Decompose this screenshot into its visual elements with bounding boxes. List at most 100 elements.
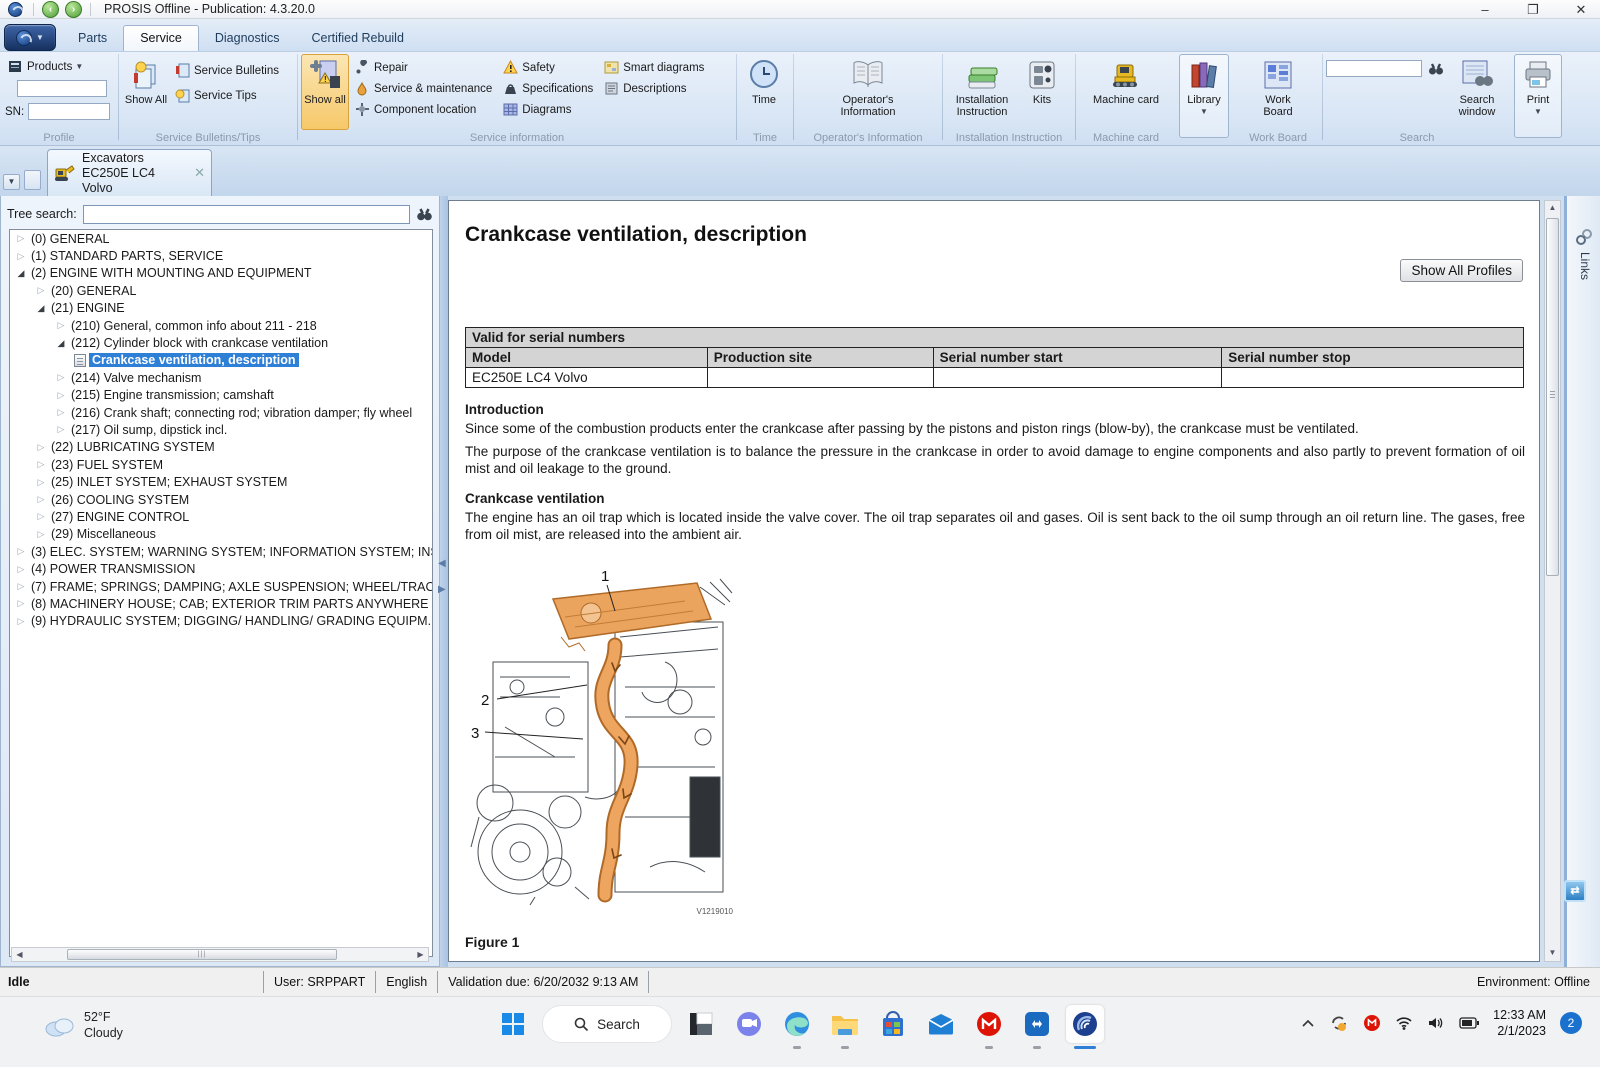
- volume-icon[interactable]: [1427, 1016, 1445, 1030]
- sync-icon[interactable]: [1329, 1014, 1349, 1032]
- tree-item[interactable]: Crankcase ventilation, description: [10, 352, 432, 369]
- new-tab-button[interactable]: [24, 170, 41, 190]
- prosis-app-button[interactable]: [1066, 1005, 1104, 1043]
- taskbar-search[interactable]: Search: [542, 1005, 672, 1043]
- tree-item[interactable]: ▷(9) HYDRAULIC SYSTEM; DIGGING/ HANDLING…: [10, 613, 432, 630]
- diagrams-button[interactable]: Diagrams: [502, 99, 593, 120]
- notification-badge[interactable]: 2: [1560, 1012, 1582, 1034]
- tree-item[interactable]: ▷(27) ENGINE CONTROL: [10, 508, 432, 525]
- tray-chevron-up-icon[interactable]: [1301, 1018, 1315, 1028]
- products-button[interactable]: Products ▼: [7, 56, 115, 77]
- print-button[interactable]: Print ▼: [1514, 54, 1562, 138]
- tree-item[interactable]: ▷(216) Crank shaft; connecting rod; vibr…: [10, 404, 432, 421]
- expand-arrow-icon[interactable]: ▷: [54, 372, 68, 383]
- component-location-button[interactable]: Component location: [354, 99, 492, 120]
- panel-splitter[interactable]: ◀ ▶: [440, 196, 448, 967]
- specifications-button[interactable]: Specifications: [502, 78, 593, 99]
- tab-list-dropdown-button[interactable]: ▼: [3, 174, 20, 190]
- microsoft-store-button[interactable]: [874, 1005, 912, 1043]
- time-button[interactable]: Time: [740, 54, 788, 130]
- service-tips-button[interactable]: Service Tips: [174, 85, 279, 106]
- scroll-right-icon[interactable]: ▶: [413, 950, 428, 959]
- service-bulletins-button[interactable]: Service Bulletins: [174, 60, 279, 81]
- scrollbar-thumb[interactable]: |||: [67, 949, 337, 960]
- machine-card-button[interactable]: Machine card: [1090, 54, 1162, 130]
- weather-widget[interactable]: 52°F Cloudy: [42, 1009, 123, 1041]
- scroll-down-icon[interactable]: ▼: [1545, 946, 1560, 961]
- expand-arrow-icon[interactable]: ▷: [34, 459, 48, 470]
- expand-arrow-icon[interactable]: ▷: [54, 320, 68, 331]
- tree-item[interactable]: ▷(1) STANDARD PARTS, SERVICE: [10, 247, 432, 264]
- battery-icon[interactable]: [1459, 1017, 1479, 1029]
- edge-browser-button[interactable]: [778, 1005, 816, 1043]
- expand-arrow-icon[interactable]: ▷: [34, 511, 48, 522]
- close-button[interactable]: ✕: [1570, 1, 1592, 19]
- tree-item[interactable]: ◢(212) Cylinder block with crankcase ven…: [10, 334, 432, 351]
- collapse-arrow-icon[interactable]: ◢: [54, 338, 68, 349]
- chat-button[interactable]: [730, 1005, 768, 1043]
- file-explorer-button[interactable]: [826, 1005, 864, 1043]
- tree-item[interactable]: ▷(25) INLET SYSTEM; EXHAUST SYSTEM: [10, 473, 432, 490]
- mega-button[interactable]: [970, 1005, 1008, 1043]
- document-scrollbar[interactable]: ▲ ▼: [1544, 200, 1561, 962]
- scroll-up-icon[interactable]: ▲: [1545, 201, 1560, 216]
- chat-shortcut-icon[interactable]: ⇄: [1564, 880, 1586, 902]
- scroll-left-icon[interactable]: ◀: [12, 950, 27, 959]
- show-all-bulletins-button[interactable]: Show All: [122, 54, 170, 130]
- close-tab-icon[interactable]: ✕: [194, 165, 205, 181]
- mail-button[interactable]: [922, 1005, 960, 1043]
- repair-button[interactable]: Repair: [354, 57, 492, 78]
- application-menu-button[interactable]: ▼: [4, 24, 56, 51]
- work-board-button[interactable]: Work Board: [1249, 54, 1307, 130]
- tree-item[interactable]: ▷(217) Oil sump, dipstick incl.: [10, 421, 432, 438]
- mega-tray-icon[interactable]: [1363, 1014, 1381, 1032]
- kits-button[interactable]: Kits: [1018, 54, 1066, 130]
- tree-horizontal-scrollbar[interactable]: ◀ ||| ▶: [11, 947, 429, 962]
- tree-item[interactable]: ▷(29) Miscellaneous: [10, 526, 432, 543]
- expand-arrow-icon[interactable]: ▷: [34, 442, 48, 453]
- binoculars-icon[interactable]: [416, 206, 433, 223]
- tree-item[interactable]: ◢(2) ENGINE WITH MOUNTING AND EQUIPMENT: [10, 265, 432, 282]
- show-all-profiles-button[interactable]: Show All Profiles: [1400, 259, 1523, 282]
- clock-widget[interactable]: 12:33 AM 2/1/2023: [1493, 1007, 1546, 1039]
- service-maintenance-button[interactable]: Service & maintenance: [354, 78, 492, 99]
- expand-arrow-icon[interactable]: ▷: [34, 494, 48, 505]
- show-all-service-info-button[interactable]: ! Show all: [301, 54, 349, 130]
- back-button[interactable]: ‹: [42, 1, 59, 18]
- start-button[interactable]: [494, 1005, 532, 1043]
- expand-arrow-icon[interactable]: ▷: [34, 285, 48, 296]
- tree-item[interactable]: ▷(214) Valve mechanism: [10, 369, 432, 386]
- search-input[interactable]: [1326, 60, 1422, 77]
- collapse-arrow-icon[interactable]: ◢: [34, 303, 48, 314]
- tree-item[interactable]: ▷(26) COOLING SYSTEM: [10, 491, 432, 508]
- document-tab-ec250e[interactable]: Excavators EC250E LC4 Volvo ✕: [47, 149, 212, 196]
- expand-arrow-icon[interactable]: ▷: [14, 581, 28, 592]
- safety-button[interactable]: Safety: [502, 57, 593, 78]
- tree-item[interactable]: ▷(8) MACHINERY HOUSE; CAB; EXTERIOR TRIM…: [10, 595, 432, 612]
- collapse-left-icon[interactable]: ◀: [438, 558, 446, 569]
- tree-item[interactable]: ▷(3) ELEC. SYSTEM; WARNING SYSTEM; INFOR…: [10, 543, 432, 560]
- installation-instruction-button[interactable]: Installation Instruction: [946, 54, 1018, 130]
- teamviewer-button[interactable]: [1018, 1005, 1056, 1043]
- collapse-arrow-icon[interactable]: ◢: [14, 268, 28, 279]
- tab-parts[interactable]: Parts: [62, 26, 123, 51]
- forward-button[interactable]: ›: [65, 1, 82, 18]
- search-window-button[interactable]: Search window: [1448, 54, 1506, 130]
- expand-arrow-icon[interactable]: ▷: [14, 564, 28, 575]
- expand-arrow-icon[interactable]: ▷: [34, 477, 48, 488]
- tree-item[interactable]: ▷(0) GENERAL: [10, 230, 432, 247]
- expand-arrow-icon[interactable]: ▷: [14, 546, 28, 557]
- expand-arrow-icon[interactable]: ▷: [54, 407, 68, 418]
- tab-service[interactable]: Service: [123, 25, 199, 51]
- binoculars-icon[interactable]: [1427, 60, 1444, 77]
- tree-item[interactable]: ◢(21) ENGINE: [10, 300, 432, 317]
- expand-arrow-icon[interactable]: ▷: [34, 529, 48, 540]
- library-button[interactable]: Library ▼: [1179, 54, 1229, 138]
- tree-item[interactable]: ▷(7) FRAME; SPRINGS; DAMPING; AXLE SUSPE…: [10, 578, 432, 595]
- expand-arrow-icon[interactable]: ▷: [14, 598, 28, 609]
- collapse-right-icon[interactable]: ▶: [438, 584, 446, 595]
- minimize-button[interactable]: –: [1474, 1, 1496, 19]
- operators-information-button[interactable]: Operator's Information: [813, 54, 923, 130]
- tab-certified-rebuild[interactable]: Certified Rebuild: [296, 26, 420, 51]
- tree-item[interactable]: ▷(4) POWER TRANSMISSION: [10, 560, 432, 577]
